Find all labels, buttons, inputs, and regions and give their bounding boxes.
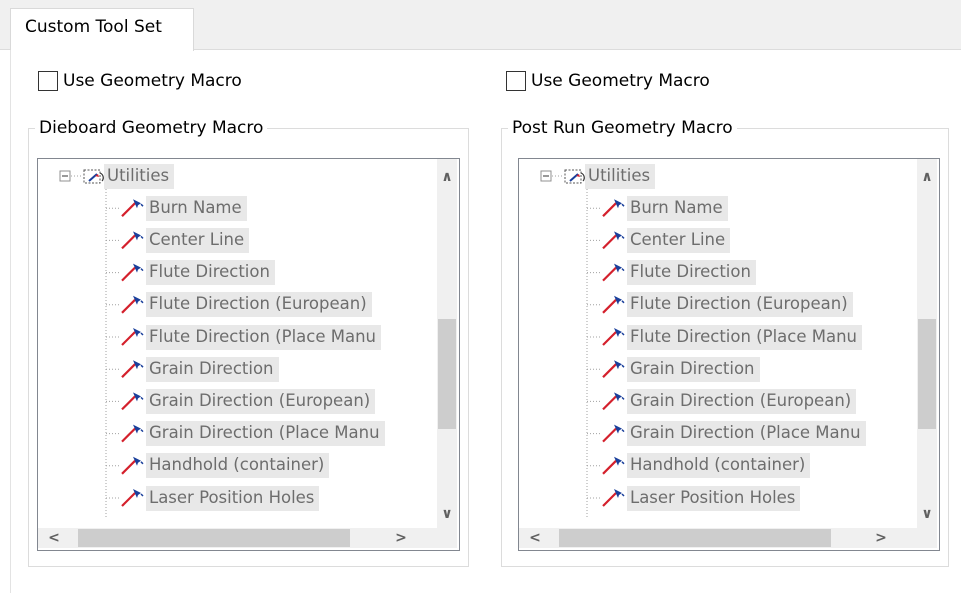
tree-item[interactable]: Handhold (container): [627, 453, 811, 479]
right-use-geometry-macro-checkbox[interactable]: Use Geometry Macro: [506, 69, 710, 93]
scroll-right-arrow-icon[interactable]: >: [391, 528, 411, 548]
tree-item[interactable]: Grain Direction (Place Manu: [627, 421, 866, 447]
tab-custom-tool-set[interactable]: Custom Tool Set: [10, 8, 194, 51]
tree-item[interactable]: Grain Direction: [146, 356, 279, 382]
macro-wand-icon: [602, 295, 625, 314]
post-run-macro-tree[interactable]: Utilities Burn Name Center Line Flute Direc…: [518, 158, 940, 551]
macro-wand-icon: [121, 263, 144, 282]
tree-item[interactable]: Grain Direction (Place Manu: [146, 421, 385, 447]
tab-label: Custom Tool Set: [25, 17, 162, 37]
post-run-group-title: Post Run Geometry Macro: [508, 117, 737, 139]
vertical-scroll-thumb[interactable]: [438, 319, 456, 429]
tree-item-label: Grain Direction: [627, 356, 760, 382]
scroll-up-arrow-icon[interactable]: ∧: [437, 167, 457, 187]
tree-item[interactable]: Flute Direction (European): [146, 292, 372, 318]
vertical-scroll-thumb[interactable]: [918, 319, 936, 429]
tab-page-border: [10, 50, 11, 593]
macro-wand-icon: [121, 295, 144, 314]
tree-item-label: Grain Direction (European): [627, 388, 857, 414]
tree-item[interactable]: Laser Position Holes: [146, 485, 320, 511]
tree-item-label: Grain Direction: [146, 356, 279, 382]
scrollbar-corner: [917, 528, 937, 548]
tree-node-label: Utilities: [585, 163, 656, 189]
folder-macro-icon: [83, 169, 104, 184]
tree-item-label: Flute Direction (European): [627, 292, 853, 318]
scroll-down-arrow-icon[interactable]: ∨: [917, 504, 937, 524]
scroll-up-arrow-icon[interactable]: ∧: [917, 167, 937, 187]
scroll-right-arrow-icon[interactable]: >: [871, 528, 891, 548]
tree-item-label: Burn Name: [146, 195, 247, 221]
scroll-left-arrow-icon[interactable]: <: [44, 528, 64, 548]
tree-item[interactable]: Grain Direction (European): [627, 388, 857, 414]
tree-item-label: Flute Direction (European): [146, 292, 372, 318]
tree-item-label: Handhold (container): [627, 453, 811, 479]
tree-item[interactable]: Flute Direction (Place Manu: [146, 324, 381, 350]
left-checkbox-box[interactable]: [38, 71, 58, 91]
tree-item-label: Flute Direction (Place Manu: [627, 324, 862, 350]
tree-item-label: Burn Name: [627, 195, 728, 221]
macro-wand-icon: [121, 231, 144, 250]
macro-wand-icon: [602, 424, 625, 443]
tree-item-label: Center Line: [627, 227, 731, 253]
tree-item-label: Handhold (container): [146, 453, 330, 479]
tree-item[interactable]: Grain Direction: [627, 356, 760, 382]
tree-item[interactable]: Center Line: [627, 227, 731, 253]
tree-item[interactable]: Laser Position Holes: [627, 485, 801, 511]
left-use-geometry-macro-checkbox[interactable]: Use Geometry Macro: [38, 69, 242, 93]
macro-wand-icon: [602, 231, 625, 250]
tree-item[interactable]: Burn Name: [146, 195, 247, 221]
horizontal-scroll-thumb[interactable]: [559, 529, 831, 547]
macro-wand-icon: [121, 328, 144, 346]
macro-wand-icon: [602, 392, 625, 411]
scrollbar-corner: [437, 528, 457, 548]
tree-item[interactable]: Handhold (container): [146, 453, 330, 479]
macro-wand-icon: [121, 456, 144, 475]
tree-item[interactable]: Flute Direction (Place Manu: [627, 324, 862, 350]
folder-macro-icon: [564, 169, 585, 184]
macro-wand-icon: [602, 489, 625, 507]
tree-item-label: Laser Position Holes: [627, 485, 801, 511]
macro-wand-icon: [602, 199, 625, 217]
dieboard-group-title: Dieboard Geometry Macro: [35, 117, 268, 139]
tree-item[interactable]: Flute Direction: [146, 260, 275, 286]
horizontal-scroll-thumb[interactable]: [78, 529, 350, 547]
tree-item-label: Flute Direction: [146, 260, 275, 286]
tab-strip: Custom Tool Set: [0, 0, 961, 51]
macro-wand-icon: [602, 263, 625, 282]
tree-item[interactable]: Flute Direction (European): [627, 292, 853, 318]
tree-item-label: Flute Direction: [627, 260, 756, 286]
right-checkbox-label: Use Geometry Macro: [531, 71, 710, 91]
tree-item-label: Center Line: [146, 227, 250, 253]
macro-wand-icon: [602, 328, 625, 346]
tree-node-label: Utilities: [104, 163, 175, 189]
tree-item[interactable]: Center Line: [146, 227, 250, 253]
left-checkbox-label: Use Geometry Macro: [63, 71, 242, 91]
macro-wand-icon: [121, 199, 144, 217]
tree-item-label: Grain Direction (Place Manu: [627, 421, 866, 447]
collapse-toggle-icon[interactable]: [59, 170, 71, 182]
macro-wand-icon: [602, 360, 625, 378]
tree-item[interactable]: Flute Direction: [627, 260, 756, 286]
tree-item-label: Flute Direction (Place Manu: [146, 324, 381, 350]
tree-node-utilities[interactable]: Utilities: [104, 163, 175, 189]
tree-item-label: Grain Direction (European): [146, 388, 376, 414]
scroll-left-arrow-icon[interactable]: <: [525, 528, 545, 548]
tree-item[interactable]: Burn Name: [627, 195, 728, 221]
dieboard-macro-tree[interactable]: Utilities Burn Name Center Line Flute Direc…: [37, 158, 460, 551]
collapse-toggle-icon[interactable]: [540, 170, 552, 182]
tree-item-label: Grain Direction (Place Manu: [146, 421, 385, 447]
macro-wand-icon: [121, 392, 144, 411]
tree-node-utilities[interactable]: Utilities: [585, 163, 656, 189]
tree-item[interactable]: Grain Direction (European): [146, 388, 376, 414]
macro-wand-icon: [121, 360, 144, 378]
tree-item-label: Laser Position Holes: [146, 485, 320, 511]
macro-wand-icon: [121, 489, 144, 507]
right-checkbox-box[interactable]: [506, 71, 526, 91]
macro-wand-icon: [602, 456, 625, 475]
macro-wand-icon: [121, 424, 144, 443]
scroll-down-arrow-icon[interactable]: ∨: [437, 504, 457, 524]
